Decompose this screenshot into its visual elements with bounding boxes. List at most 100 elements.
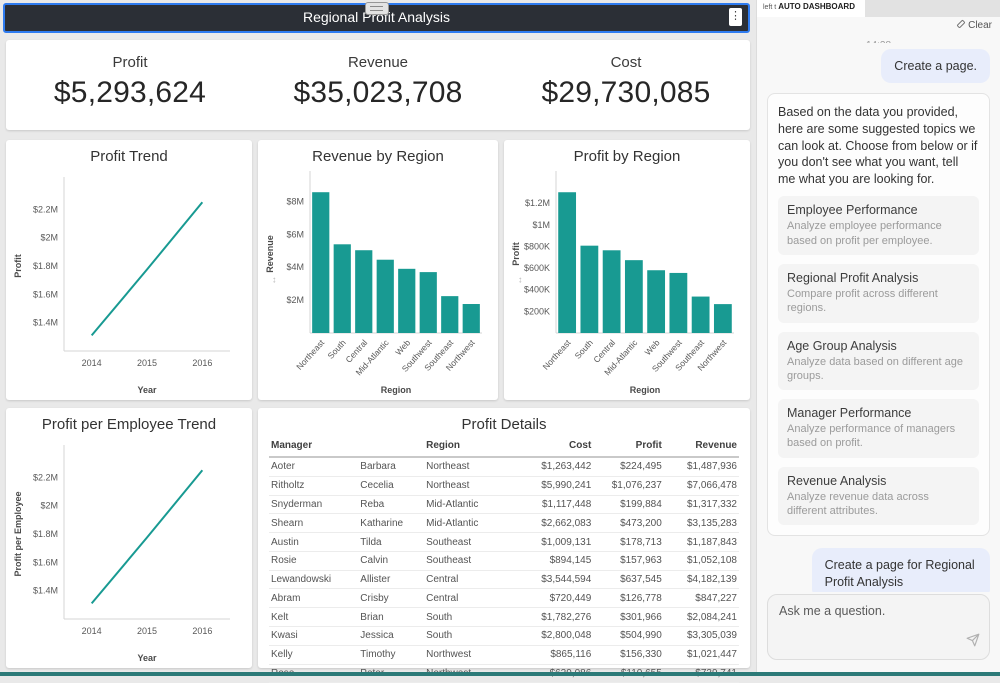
clear-chat-button[interactable]: Clear [757,17,1000,35]
table-cell: $178,713 [593,533,664,552]
svg-text:2016: 2016 [192,358,212,368]
chart-title: Profit by Region [508,148,746,165]
svg-text:$8M: $8M [286,196,304,206]
chart-title: Profit per Employee Trend [10,416,248,433]
table-cell: Reba [358,495,424,514]
eraser-icon [956,19,966,29]
suggestions-intro: Based on the data you provided, here are… [778,104,979,187]
kpi-revenue: Revenue $35,023,708 [254,40,502,130]
sort-icon: ↕ [272,274,277,284]
svg-text:Profit: Profit [13,254,23,278]
suggestion-age-group-analysis[interactable]: Age Group Analysis Analyze data based on… [778,332,979,391]
revenue-by-region-card: Revenue by Region $2M$4M$6M$8MNortheastS… [258,140,498,400]
table-cell: $199,884 [593,495,664,514]
column-header-first[interactable] [358,437,424,457]
user-message: Create a page. [881,49,990,83]
table-cell: Austin [269,533,358,552]
kpi-label: Revenue [254,54,502,71]
table-cell: $157,963 [593,551,664,570]
suggestion-revenue-analysis[interactable]: Revenue Analysis Analyze revenue data ac… [778,467,979,526]
svg-text:Revenue: Revenue [265,235,275,273]
table-cell: Northwest [424,645,513,664]
table-title: Profit Details [262,416,746,433]
svg-text:$1.8M: $1.8M [33,261,58,271]
table-cell: Cecelia [358,476,424,495]
table-cell: $1,782,276 [513,608,593,627]
svg-text:Northeast: Northeast [294,337,327,372]
user-message: Create a page for Regional Profit Analys… [812,548,990,592]
table-cell: Aoter [269,457,358,476]
table-cell: Kwasi [269,627,358,646]
profit-details-card: Profit Details Manager Region Cost Profi… [258,408,750,668]
vertical-ellipsis-icon: ⋮ [730,10,741,22]
tab-auto-dashboard[interactable]: left tAUTO DASHBOARD [757,0,865,17]
table-cell: Central [424,589,513,608]
table-cell: Kelly [269,645,358,664]
kpi-card: Profit $5,293,624 Revenue $35,023,708 Co… [6,40,750,130]
sidebar-tabbar: left tAUTO DASHBOARD [757,0,1000,17]
column-header-revenue[interactable]: Revenue [664,437,739,457]
svg-text:$1.6M: $1.6M [33,557,58,567]
column-header-manager[interactable]: Manager [269,437,358,457]
svg-text:$4M: $4M [286,262,304,272]
send-icon[interactable] [966,633,980,652]
kpi-cost: Cost $29,730,085 [502,40,750,130]
profit-by-region-bar-chart[interactable]: $200K$400K$600K$800K$1M$1.2MNortheastSou… [510,167,744,397]
table-cell: Katharine [358,514,424,533]
tab-label: AUTO DASHBOARD [778,2,855,11]
profit-trend-line-chart[interactable]: $1.4M$1.6M$1.8M$2M$2.2M201420152016YearP… [12,167,246,397]
column-header-cost[interactable]: Cost [513,437,593,457]
kpi-value: $35,023,708 [254,76,502,110]
svg-text:2015: 2015 [137,358,157,368]
svg-text:Profit per Employee: Profit per Employee [13,491,23,576]
revenue-by-region-bar-chart[interactable]: $2M$4M$6M$8MNortheastSouthCentralMid-Atl… [264,167,492,397]
chat-timestamp: 14:28 [767,35,990,43]
column-header-region[interactable]: Region [424,437,513,457]
header-menu-button[interactable]: ⋮ [729,8,742,26]
profit-per-employee-card: Profit per Employee Trend $1.4M$1.6M$1.8… [6,408,252,668]
suggestion-manager-performance[interactable]: Manager Performance Analyze performance … [778,399,979,458]
table-body: AoterBarbaraNortheast$1,263,442$224,495$… [269,457,739,683]
table-row: AoterBarbaraNortheast$1,263,442$224,495$… [269,457,739,476]
dashboard-header[interactable]: Regional Profit Analysis ⋮ [3,3,750,33]
table-cell: $847,227 [664,589,739,608]
table-header[interactable]: Manager Region Cost Profit Revenue [269,437,739,457]
table-cell: Allister [358,570,424,589]
kpi-value: $5,293,624 [6,76,254,110]
table-cell: Ritholtz [269,476,358,495]
svg-text:2014: 2014 [82,358,102,368]
table-cell: Lewandowski [269,570,358,589]
table-cell: $3,305,039 [664,627,739,646]
svg-text:$2.2M: $2.2M [33,472,58,482]
kpi-profit: Profit $5,293,624 [6,40,254,130]
table-cell: Southeast [424,533,513,552]
table-cell: Southeast [424,551,513,570]
table-cell: $2,800,048 [513,627,593,646]
suggestion-regional-profit-analysis[interactable]: Regional Profit Analysis Compare profit … [778,264,979,323]
table-row: AustinTildaSoutheast$1,009,131$178,713$1… [269,533,739,552]
chat-input[interactable] [768,595,989,659]
svg-text:$1.6M: $1.6M [33,289,58,299]
profit-per-employee-line-chart[interactable]: $1.4M$1.6M$1.8M$2M$2.2M201420152016YearP… [12,435,246,665]
table-cell: $4,182,139 [664,570,739,589]
svg-text:$2M: $2M [40,233,58,243]
column-header-profit[interactable]: Profit [593,437,664,457]
svg-text:$200K: $200K [524,306,550,316]
table-row: KeltBrianSouth$1,782,276$301,966$2,084,2… [269,608,739,627]
table-cell: $637,545 [593,570,664,589]
drag-handle-icon[interactable] [365,2,389,15]
suggestion-employee-performance[interactable]: Employee Performance Analyze employee pe… [778,196,979,255]
table-cell: Timothy [358,645,424,664]
table-cell: $224,495 [593,457,664,476]
svg-text:$2.2M: $2.2M [33,204,58,214]
svg-text:$1.8M: $1.8M [33,529,58,539]
svg-text:Year: Year [137,653,157,663]
svg-text:Web: Web [393,337,412,357]
chat-history: 14:28 Create a page. Based on the data y… [757,35,1000,592]
table-cell: Barbara [358,457,424,476]
table-cell: South [424,627,513,646]
table-cell: $473,200 [593,514,664,533]
table-cell: Shearn [269,514,358,533]
table-row: KwasiJessicaSouth$2,800,048$504,990$3,30… [269,627,739,646]
table-row: ShearnKatharineMid-Atlantic$2,662,083$47… [269,514,739,533]
